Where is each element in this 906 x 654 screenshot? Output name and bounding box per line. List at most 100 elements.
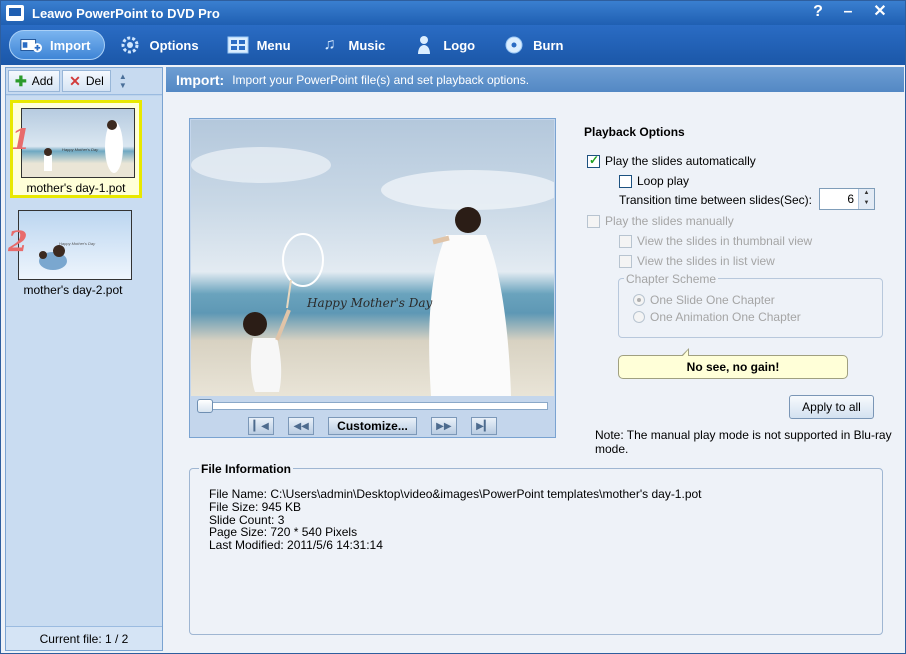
customize-button[interactable]: Customize... [328, 417, 417, 435]
title-bar[interactable]: Leawo PowerPoint to DVD Pro ? – ✕ [1, 1, 905, 25]
transition-time-value[interactable]: 6 [847, 192, 854, 206]
gear-icon [119, 35, 141, 55]
delete-file-label: Del [85, 74, 104, 88]
chapter-animation-radio[interactable] [633, 311, 645, 323]
first-slide-button[interactable]: ▎◀ [248, 417, 275, 435]
list-view-label: View the slides in list view [637, 254, 775, 268]
menu-icon [227, 35, 249, 55]
tab-logo[interactable]: Logo [403, 30, 489, 60]
file-item-1[interactable]: Happy Mother's Day 1 mother's day-1.pot [10, 100, 142, 198]
next-button[interactable]: ▶▶ [430, 417, 457, 435]
thumbnail-view-option[interactable]: View the slides in thumbnail view [619, 234, 812, 248]
tip-balloon: No see, no gain! [618, 348, 848, 379]
tab-menu[interactable]: Menu [217, 30, 305, 60]
app-window: Leawo PowerPoint to DVD Pro ? – ✕ Import… [0, 0, 906, 654]
minimize-button[interactable]: – [833, 1, 863, 25]
thumbnail-2-caption: Happy Mother's Day [59, 241, 96, 246]
import-icon [20, 35, 42, 55]
file-information-title: File Information [199, 462, 293, 476]
tab-burn[interactable]: Burn [493, 30, 577, 60]
transition-time-spinner[interactable]: 6 ▲ ▼ [819, 188, 875, 210]
tab-logo-label: Logo [443, 37, 476, 53]
file-name-2: mother's day-2.pot [23, 283, 123, 297]
auto-play-checkbox[interactable] [587, 153, 600, 168]
slide-preview: Happy Mother's Day ▎◀ ◀◀ Customize... ▶▶… [189, 118, 556, 438]
chapter-scheme-group [618, 278, 883, 338]
file-info-name: File Name: C:\Users\admin\Desktop\video&… [209, 487, 702, 501]
file-item-2[interactable]: Happy Mother's Day 2 mother's day-2.pot [8, 205, 142, 303]
add-file-button[interactable]: ✚ Add [8, 70, 61, 92]
tab-music[interactable]: ♫ Music [309, 30, 400, 60]
app-icon [6, 5, 24, 21]
tab-music-label: Music [348, 37, 386, 53]
tab-import[interactable]: Import [9, 30, 106, 60]
manual-play-checkbox[interactable] [587, 214, 600, 228]
chapter-option-animation[interactable]: One Animation One Chapter [633, 310, 801, 324]
close-button[interactable]: ✕ [865, 1, 895, 25]
section-title: Import: [176, 71, 225, 88]
delete-file-button[interactable]: ✕ Del [62, 70, 111, 92]
disc-icon [503, 35, 525, 55]
manual-play-option[interactable]: Play the slides manually [587, 214, 734, 228]
auto-play-option[interactable]: Play the slides automatically [587, 153, 756, 168]
file-thumbnail-1: Happy Mother's Day [21, 108, 135, 178]
tab-burn-label: Burn [533, 37, 564, 53]
current-file-status: Current file: 1 / 2 [6, 626, 162, 650]
preview-progress-slider[interactable] [197, 399, 548, 413]
tab-options[interactable]: Options [109, 30, 212, 60]
file-info-size: File Size: 945 KB [209, 499, 302, 514]
chapter-option-slide[interactable]: One Slide One Chapter [633, 293, 775, 307]
apply-to-all-button[interactable]: Apply to all [789, 395, 874, 419]
playback-options-title: Playback Options [584, 125, 685, 139]
transition-time-label: Transition time between slides(Sec): [619, 193, 812, 207]
slider-thumb[interactable] [197, 399, 213, 413]
thumbnail-view-checkbox[interactable] [619, 234, 632, 248]
reorder-arrows: ▲ ▼ [113, 70, 133, 92]
file-panel-toolbar: ✚ Add ✕ Del ▲ ▼ [6, 68, 162, 95]
file-number-2: 2 [8, 225, 28, 258]
main-toolbar: Import Options Menu ♫ Music Logo Burn [1, 25, 905, 65]
chapter-slide-radio[interactable] [633, 294, 645, 306]
file-info-last-modified: Last Modified: 2011/5/6 14:31:14 [209, 538, 383, 553]
spinner-down-icon[interactable]: ▼ [859, 199, 874, 209]
tab-options-label: Options [149, 37, 199, 53]
window-title: Leawo PowerPoint to DVD Pro [32, 5, 220, 21]
last-slide-button[interactable]: ▶▎ [470, 417, 497, 435]
person-icon [413, 35, 435, 55]
file-information-details: File Name: C:\Users\admin\Desktop\video&… [209, 488, 702, 552]
preview-photo [191, 147, 554, 396]
thumbnail-view-label: View the slides in thumbnail view [637, 234, 813, 248]
move-up-icon[interactable]: ▲ [119, 72, 127, 81]
skip-first-icon: ▎◀ [253, 420, 269, 432]
thumbnail-1-caption: Happy Mother's Day [62, 147, 99, 152]
manual-play-label: Play the slides manually [605, 214, 734, 228]
fast-forward-icon: ▶▶ [436, 420, 452, 432]
previous-button[interactable]: ◀◀ [288, 417, 315, 435]
file-panel: ✚ Add ✕ Del ▲ ▼ Happy Mother's Day 1 mot… [5, 67, 163, 651]
loop-play-option[interactable]: Loop play [619, 174, 689, 188]
preview-caption: Happy Mother's Day [307, 296, 433, 310]
add-file-label: Add [31, 74, 54, 88]
help-button[interactable]: ? [803, 1, 833, 25]
tab-menu-label: Menu [256, 37, 291, 53]
delete-x-icon: ✕ [69, 72, 81, 89]
auto-play-label: Play the slides automatically [605, 154, 756, 168]
move-down-icon[interactable]: ▼ [119, 81, 127, 90]
list-view-checkbox[interactable] [619, 254, 632, 268]
preview-image: Happy Mother's Day [191, 120, 554, 396]
skip-last-icon: ▶▎ [476, 420, 492, 432]
music-note-icon: ♫ [323, 36, 336, 53]
file-thumbnail-2: Happy Mother's Day [18, 210, 132, 280]
rewind-icon: ◀◀ [293, 420, 309, 432]
preview-controls: ▎◀ ◀◀ Customize... ▶▶ ▶▎ [190, 415, 555, 437]
plus-icon: ✚ [15, 72, 27, 89]
spinner-up-icon[interactable]: ▲ [859, 189, 874, 199]
chapter-slide-label: One Slide One Chapter [650, 293, 775, 307]
thumbnail-1-photo: Happy Mother's Day [44, 120, 123, 173]
chapter-scheme-legend: Chapter Scheme [624, 272, 719, 286]
chapter-animation-label: One Animation One Chapter [650, 310, 801, 324]
tab-import-label: Import [50, 37, 91, 53]
loop-play-checkbox[interactable] [619, 174, 632, 188]
list-view-option[interactable]: View the slides in list view [619, 254, 775, 268]
file-list: Happy Mother's Day 1 mother's day-1.pot … [6, 96, 162, 626]
